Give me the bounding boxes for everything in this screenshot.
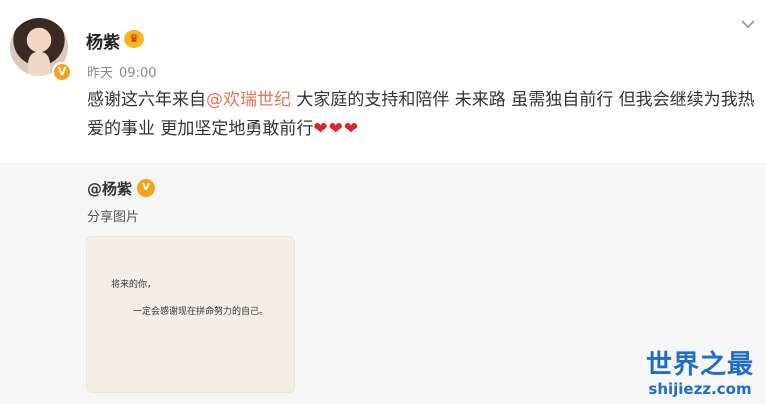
mention-link[interactable]: @欢瑞世纪 xyxy=(206,90,291,110)
post-time-clock: 09:00 xyxy=(119,66,157,81)
post-text: 感谢这六年来自@欢瑞世纪 大家庭的支持和陪伴 未来路 虽需独自前行 但我会继续为… xyxy=(87,86,759,144)
image-text-line2: 一定会感谢现在拼命努力的自己。 xyxy=(133,307,269,317)
chevron-down-icon[interactable] xyxy=(738,14,758,34)
verified-badge: V xyxy=(52,62,72,82)
weibo-post: V 杨紫 ♛ 昨天 09:00 感谢这六年来自@欢瑞世纪 大家庭的支持和陪伴 未来… xyxy=(0,0,766,163)
crown-icon: ♛ xyxy=(124,30,144,48)
shared-image[interactable]: 将来的你， 一定会感谢现在拼命努力的自己。 xyxy=(86,236,295,393)
post-meta: 昨天 09:00 xyxy=(87,62,162,81)
repost-username[interactable]: @杨紫 xyxy=(87,178,132,199)
post-username[interactable]: 杨紫 xyxy=(86,28,120,53)
repost-text: 分享图片 xyxy=(87,210,140,225)
image-text-line1: 将来的你， xyxy=(111,280,157,290)
post-time-day: 昨天 xyxy=(87,66,114,81)
heart-emoji: ❤❤❤ xyxy=(313,119,360,139)
repost-verified-badge: V xyxy=(137,179,155,197)
watermark: 世界之最 shijiezz.com xyxy=(646,350,754,398)
watermark-title: 世界之最 xyxy=(645,350,754,380)
post-text-before: 感谢这六年来自 xyxy=(87,90,206,110)
repost-card[interactable]: @杨紫 V 分享图片 将来的你， 一定会感谢现在拼命努力的自己。 世界之最 sh… xyxy=(0,163,766,404)
watermark-url: shijiezz.com xyxy=(648,380,752,398)
